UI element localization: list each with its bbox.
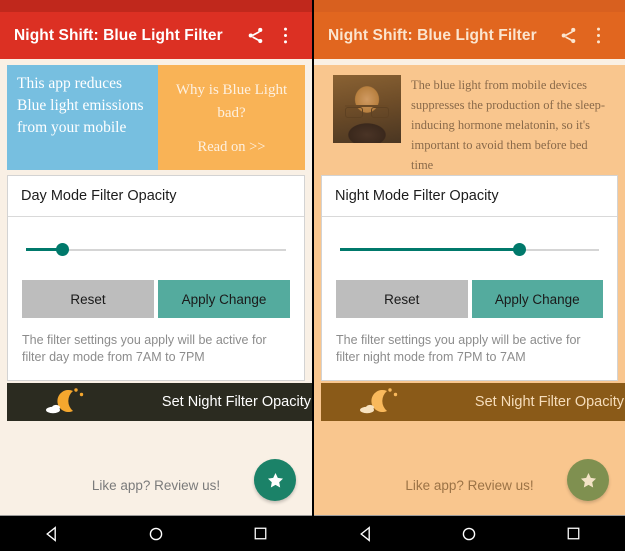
opacity-slider[interactable] (340, 239, 599, 261)
home-circle-icon[interactable] (132, 526, 180, 542)
apply-change-button[interactable]: Apply Change (158, 280, 290, 318)
teaser-orange-title: Why is Blue Light bad? (175, 82, 288, 121)
android-nav-bar (314, 515, 625, 551)
slider-thumb[interactable] (512, 243, 526, 256)
status-bar (314, 0, 625, 12)
card-note: The filter settings you apply will be ac… (22, 333, 267, 364)
night-content: The blue light from mobile devices suppr… (314, 65, 625, 521)
set-night-filter-label: Set Night Filter Opacity (161, 394, 311, 410)
day-mode-screenshot: Night Shift: Blue Light Filter This app … (0, 0, 312, 551)
moon-icon (357, 385, 405, 421)
app-bar: Night Shift: Blue Light Filter (314, 12, 625, 59)
reset-button[interactable]: Reset (336, 280, 468, 318)
review-row: Like app? Review us! (314, 455, 625, 515)
review-fab-button[interactable] (567, 459, 609, 501)
reset-button[interactable]: Reset (22, 280, 154, 318)
app-title: Night Shift: Blue Light Filter (14, 26, 223, 44)
screenshot-stage: Night Shift: Blue Light Filter This app … (0, 0, 625, 551)
card-actions: Reset Apply Change (336, 280, 603, 318)
set-night-filter-bar[interactable]: Set Night Filter Opacity (321, 383, 625, 421)
review-text: Like app? Review us! (405, 477, 534, 493)
share-icon[interactable] (553, 26, 583, 45)
teaser-orange[interactable]: Why is Blue Light bad? Read on >> (158, 65, 305, 170)
slider-fill (340, 248, 519, 251)
day-content: This app reduces Blue light emissions fr… (0, 65, 312, 521)
teaser-blue-text: This app reduces Blue light emissions fr… (7, 65, 158, 170)
set-night-filter-label: Set Night Filter Opacity (474, 394, 624, 410)
overflow-menu-icon[interactable] (583, 26, 613, 45)
home-circle-icon[interactable] (445, 526, 493, 542)
card-body: Reset Apply Change The filter settings y… (8, 217, 304, 380)
back-triangle-icon[interactable] (342, 525, 390, 542)
overflow-menu-icon[interactable] (270, 26, 300, 45)
recents-square-icon[interactable] (549, 526, 597, 541)
share-icon[interactable] (240, 26, 270, 45)
night-mode-screenshot: Night Shift: Blue Light Filter The blue … (312, 0, 625, 551)
apply-change-button[interactable]: Apply Change (471, 280, 603, 318)
slider-thumb[interactable] (56, 243, 70, 256)
opacity-slider[interactable] (26, 239, 286, 261)
article-teaser[interactable]: The blue light from mobile devices suppr… (321, 65, 618, 170)
review-row: Like app? Review us! (0, 455, 312, 515)
author-portrait (333, 75, 401, 143)
card-title: Night Mode Filter Opacity (322, 176, 617, 217)
moon-icon (43, 385, 91, 421)
app-title: Night Shift: Blue Light Filter (328, 26, 537, 44)
card-title: Day Mode Filter Opacity (8, 176, 304, 217)
read-on-link[interactable]: Read on >> (168, 136, 295, 159)
day-filter-card: Day Mode Filter Opacity Reset Apply Chan… (7, 175, 305, 381)
article-text: The blue light from mobile devices suppr… (411, 78, 606, 170)
set-night-filter-bar[interactable]: Set Night Filter Opacity (7, 383, 312, 421)
card-body: Reset Apply Change The filter settings y… (322, 217, 617, 380)
night-filter-card: Night Mode Filter Opacity Reset Apply Ch… (321, 175, 618, 381)
review-text: Like app? Review us! (91, 477, 221, 493)
glasses-detail (345, 105, 389, 118)
app-bar: Night Shift: Blue Light Filter (0, 12, 312, 59)
status-bar (0, 0, 312, 12)
card-note: The filter settings you apply will be ac… (336, 333, 581, 364)
back-triangle-icon[interactable] (28, 525, 76, 542)
recents-square-icon[interactable] (236, 526, 284, 541)
card-actions: Reset Apply Change (22, 280, 290, 318)
review-fab-button[interactable] (254, 459, 296, 501)
android-nav-bar (0, 515, 312, 551)
promo-teaser[interactable]: This app reduces Blue light emissions fr… (7, 65, 305, 170)
